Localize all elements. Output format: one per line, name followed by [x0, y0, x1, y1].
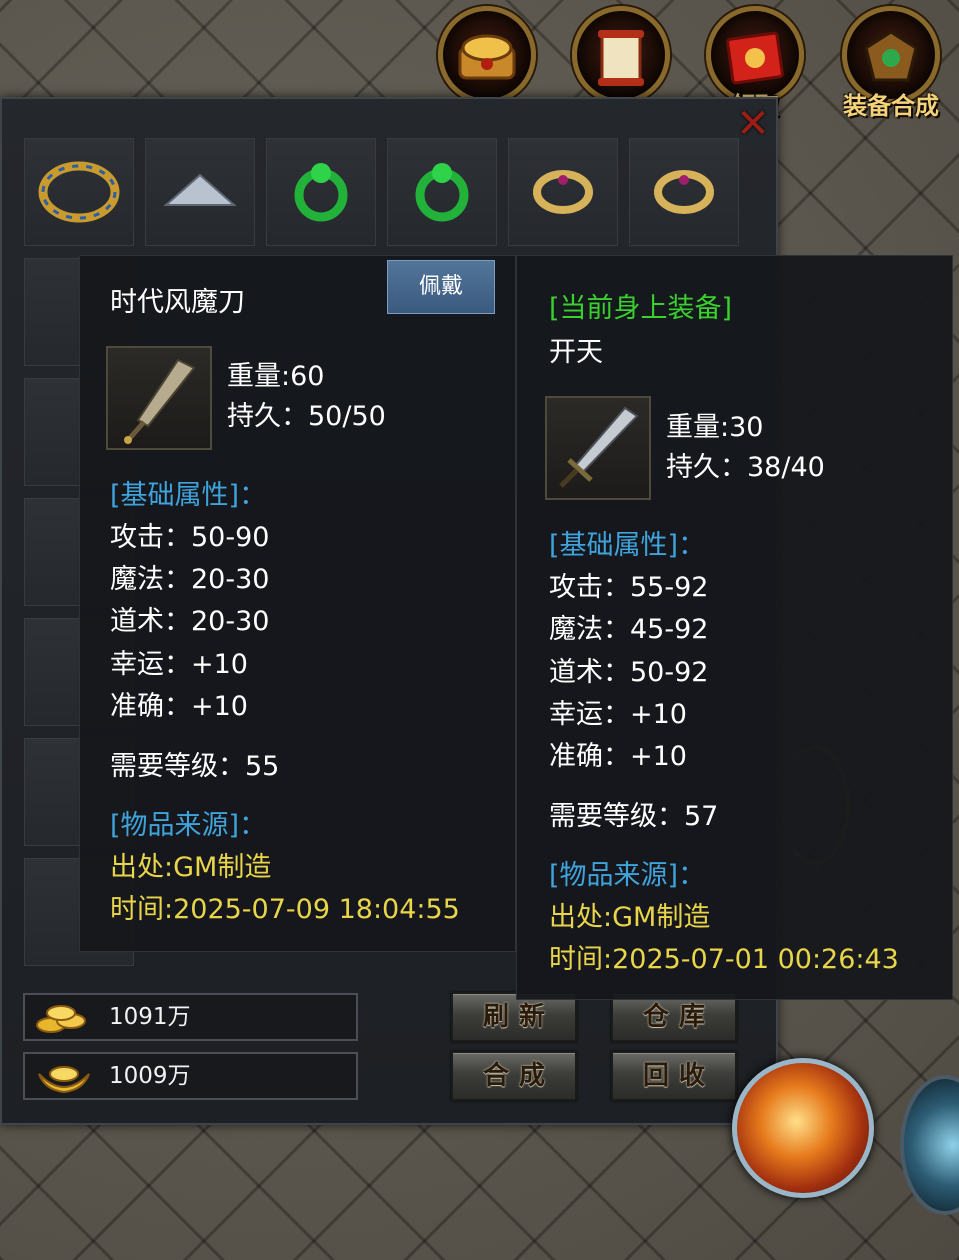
green-ring-icon — [294, 163, 348, 222]
gold-ring-icon — [533, 170, 593, 214]
wear-button[interactable]: 佩戴 — [387, 260, 495, 314]
bag-slot-green-ring[interactable] — [387, 138, 497, 246]
hat-icon — [163, 173, 237, 206]
equipped-accuracy-stat: 准确：+10 — [549, 741, 687, 772]
equipped-item-name: 开天 — [549, 337, 603, 368]
item-source-header: [物品来源]： — [110, 810, 267, 841]
equipped-basic-attributes-header: [基础属性]： — [549, 530, 706, 561]
attack-stat: 攻击：50-90 — [110, 522, 270, 553]
item-tooltip: 时代风魔刀 重量:60 持久：50/50 [基础属性]： 攻击：50-90 魔法… — [79, 255, 516, 952]
equipped-header: [当前身上装备] — [549, 293, 733, 324]
magic-stat: 魔法：20-30 — [110, 564, 270, 595]
equipped-luck-stat: 幸运：+10 — [549, 699, 687, 730]
equipped-magic-stat: 魔法：45-92 — [549, 614, 709, 645]
scroll-icon — [566, 28, 676, 100]
gold-coins-icon — [36, 1005, 86, 1033]
equipped-item-icon-box — [545, 396, 651, 500]
bag-slot-gold-ring[interactable] — [629, 138, 739, 246]
bag-slot-hat[interactable] — [145, 138, 255, 246]
luck-stat: 幸运：+10 — [110, 649, 248, 680]
item-name: 时代风魔刀 — [110, 287, 245, 318]
broadsword-icon — [124, 358, 196, 444]
gold-currency-box: 1091万 — [23, 993, 358, 1041]
basic-attributes-header: [基础属性]： — [110, 480, 267, 511]
item-time: 时间:2025-07-09 18:04:55 — [110, 894, 460, 925]
bag-slot-gold-ring[interactable] — [508, 138, 618, 246]
equipped-attack-stat: 攻击：55-92 — [549, 572, 709, 603]
top-menu-equip-synthesis[interactable]: 装备合成 — [836, 6, 946, 120]
ingot-currency-box: 1009万 — [23, 1052, 358, 1100]
equipped-taoism-stat: 道术：50-92 — [549, 657, 709, 688]
equipped-tooltip: [当前身上装备] 开天 重量:30 持久：38/40 [基础属性]： 攻击：55… — [516, 255, 953, 1000]
equipped-weight: 重量:30 — [666, 412, 764, 443]
bag-slot-bracelet[interactable] — [24, 138, 134, 246]
item-origin: 出处:GM制造 — [110, 852, 272, 883]
required-level: 需要等级：55 — [110, 751, 280, 782]
skill-orb-icon[interactable] — [732, 1058, 874, 1198]
synthesize-button[interactable]: 合成 — [451, 1051, 577, 1101]
green-ring-icon — [415, 163, 469, 222]
item-weight: 重量:60 — [227, 361, 325, 392]
top-menu-label: 装备合成 — [843, 92, 939, 120]
ingot-value: 1009万 — [109, 1063, 191, 1089]
gold-value: 1091万 — [109, 1004, 191, 1030]
equipped-required-level: 需要等级：57 — [549, 801, 719, 832]
equipped-source-header: [物品来源]： — [549, 860, 706, 891]
gold-ring-icon — [654, 170, 714, 214]
bag-slot-green-ring[interactable] — [266, 138, 376, 246]
taoism-stat: 道术：20-30 — [110, 606, 270, 637]
item-durability: 持久：50/50 — [227, 401, 386, 432]
accuracy-stat: 准确：+10 — [110, 691, 248, 722]
bracelet-icon — [38, 161, 120, 223]
recycle-button[interactable]: 回收 — [611, 1051, 737, 1101]
skill-orb-secondary-icon[interactable] — [900, 1075, 959, 1215]
equipped-time: 时间:2025-07-01 00:26:43 — [549, 944, 899, 975]
equipped-durability: 持久：38/40 — [666, 452, 825, 483]
gold-ingot-icon — [38, 1066, 90, 1094]
treasure-chest-icon — [432, 28, 542, 96]
item-icon-box — [106, 346, 212, 450]
greatsword-icon — [559, 406, 639, 488]
equipped-origin: 出处:GM制造 — [549, 902, 711, 933]
